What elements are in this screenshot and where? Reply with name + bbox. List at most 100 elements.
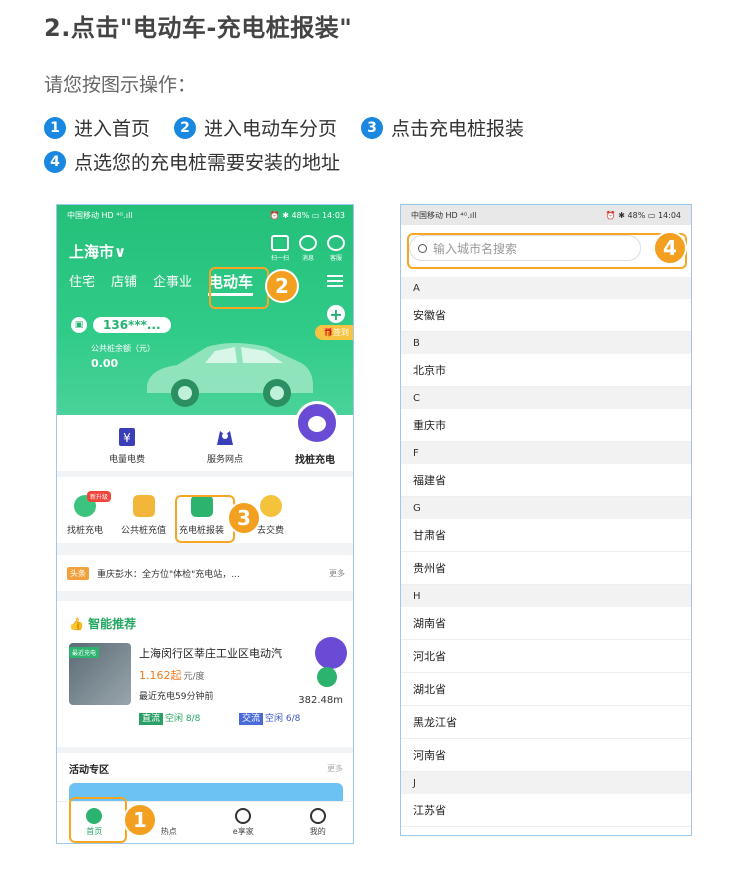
signin-label: 签到: [333, 328, 349, 337]
charger-install-highlight: [175, 495, 235, 543]
scan-label: 扫一扫: [270, 255, 289, 262]
service-outlets-button[interactable]: 服务网点: [207, 427, 243, 465]
phone-city-select: 中国移动 HD ⁴ᴳ.ıll ⏰ ✱ 48% ▭ 14:04 输入城市名搜索 取…: [400, 204, 692, 836]
home-header: 中国移动 HD ⁴ᴳ.ıll ⏰ ✱ 48% ▭ 14:03 上海市∨ 扫一扫 …: [57, 205, 353, 415]
news-text: 重庆彭水：全方位"体检"充电站，...: [97, 569, 240, 580]
activity-more-link[interactable]: 更多: [327, 763, 343, 774]
step-text: 进入首页: [74, 118, 151, 140]
callout-4: 4: [653, 231, 687, 265]
news-ticker[interactable]: 头条 重庆彭水：全方位"体检"充电站，... 更多: [57, 555, 353, 591]
balance-value: 0.00: [91, 357, 119, 370]
news-tag: 头条: [67, 566, 89, 580]
phone-topup-icon: [132, 495, 155, 517]
city-item[interactable]: 湖南省: [401, 607, 691, 640]
step-number: 2: [174, 116, 197, 139]
home-tab-highlight: [69, 797, 127, 843]
pay-button[interactable]: 去交费: [257, 495, 284, 536]
tab-shop[interactable]: 店铺: [111, 271, 137, 296]
letter-header: B: [401, 332, 691, 354]
tab-ehome[interactable]: e享家: [206, 802, 281, 843]
city-item[interactable]: 河南省: [401, 739, 691, 772]
ac-label: 交流: [239, 713, 264, 725]
scan-button[interactable]: 扫一扫: [270, 235, 289, 262]
price-value: 1.162起: [139, 669, 182, 682]
find-charger-label[interactable]: 找桩充电: [295, 451, 335, 466]
mascot-icon[interactable]: [295, 401, 339, 445]
city-item[interactable]: 贵州省: [401, 552, 691, 585]
steps-row-2: 4 点选您的充电桩需要安装的地址: [44, 148, 364, 175]
dc-status: 直流 空闲 8/8: [139, 711, 201, 725]
recent-charge-tag: 最近充电: [69, 647, 100, 658]
callout-2: 2: [265, 269, 299, 303]
tab-enterprise[interactable]: 企事业: [153, 271, 192, 296]
service-label: 电量电费: [109, 455, 146, 465]
tab-label: 我的: [309, 827, 326, 836]
city-item[interactable]: 安徽省: [401, 299, 691, 332]
city-list: A 安徽省 B 北京市 C 重庆市 F 福建省 G 甘肃省 贵州省 H 湖南省 河北省 湖北省 黑龙江省 河南省…: [401, 277, 691, 827]
step-3: 3 点击充电桩报装: [361, 114, 524, 141]
status-bar: 中国移动 HD ⁴ᴳ.ıll ⏰ ✱ 48% ▭ 14:03: [57, 205, 353, 225]
status-right: ⏰ ✱ 48% ▭ 14:03: [269, 210, 345, 220]
yuan-icon: ¥: [119, 428, 135, 446]
grid-label: 去交费: [257, 526, 285, 536]
city-item[interactable]: 重庆市: [401, 409, 691, 442]
status-bar: 中国移动 HD ⁴ᴳ.ıll ⏰ ✱ 48% ▭ 14:04: [401, 205, 691, 225]
public-charger-topup-button[interactable]: 公共桩充值: [121, 495, 166, 536]
phone-home-screen: 中国移动 HD ⁴ᴳ.ıll ⏰ ✱ 48% ▭ 14:03 上海市∨ 扫一扫 …: [56, 204, 354, 844]
pay-icon: [259, 495, 282, 517]
ac-status: 交流 空闲 6/8: [239, 711, 300, 725]
city-item[interactable]: 福建省: [401, 464, 691, 497]
steps-row-1: 1 进入首页 2 进入电动车分页 3 点击充电桩报装: [44, 114, 548, 141]
recommend-title-text: 智能推荐: [88, 617, 137, 631]
page-title: 2.点击"电动车-充电桩报装": [44, 14, 353, 42]
service-label: 客服: [329, 255, 342, 262]
tab-label: 热点: [160, 827, 177, 836]
status-left: 中国移动 HD ⁴ᴳ.ıll: [67, 210, 133, 220]
message-label: 消息: [301, 255, 314, 262]
ev-tab-highlight: [209, 267, 269, 309]
tab-mine[interactable]: 我的: [281, 802, 354, 843]
city-item[interactable]: 湖北省: [401, 673, 691, 706]
city-item[interactable]: 河北省: [401, 640, 691, 673]
service-button[interactable]: 客服: [327, 235, 345, 262]
step-number: 3: [361, 116, 384, 139]
news-more-link[interactable]: 更多: [329, 568, 345, 579]
city-item[interactable]: 甘肃省: [401, 519, 691, 552]
recommend-card[interactable]: 👍 智能推荐 最近充电 上海闵行区莘庄工业区电动汽 1.162起 元/度 最近充电…: [57, 601, 353, 747]
grid-label: 找桩充电: [67, 526, 104, 536]
location-icon: [217, 431, 233, 445]
step-text: 点选您的充电桩需要安装的地址: [74, 152, 341, 174]
step-number: 1: [44, 116, 66, 139]
add-icon[interactable]: +: [327, 305, 345, 324]
message-button[interactable]: 消息: [299, 235, 317, 262]
letter-header: A: [401, 277, 691, 299]
status-left: 中国移动 HD ⁴ᴳ.ıll: [411, 210, 477, 220]
header-actions: 扫一扫 消息 客服: [270, 235, 345, 262]
step-text: 点击充电桩报装: [391, 118, 525, 140]
tab-label: e享家: [232, 827, 254, 836]
dc-availability: 空闲 8/8: [165, 714, 201, 724]
leaf-icon: [235, 808, 252, 824]
city-item[interactable]: 北京市: [401, 354, 691, 387]
city-item[interactable]: 江苏省: [401, 794, 691, 827]
account-icon: ▣: [71, 317, 87, 333]
callout-1: 1: [123, 803, 157, 837]
service-label: 服务网点: [207, 455, 244, 465]
city-selector[interactable]: 上海市∨: [69, 241, 126, 262]
step-text: 进入电动车分页: [204, 118, 338, 140]
signin-button[interactable]: 🎁签到: [315, 325, 353, 340]
search-highlight: [407, 233, 687, 269]
electricity-bill-button[interactable]: ¥ 电量电费: [109, 427, 145, 465]
new-badge: 新升级: [87, 491, 112, 502]
dc-label: 直流: [139, 713, 164, 725]
menu-icon[interactable]: [327, 275, 343, 287]
navigate-icon[interactable]: [317, 667, 337, 687]
city-item[interactable]: 黑龙江省: [401, 706, 691, 739]
step-2: 2 进入电动车分页: [174, 114, 337, 141]
intro-text: 请您按图示操作：: [44, 74, 197, 96]
tab-residence[interactable]: 住宅: [69, 271, 95, 296]
station-price: 1.162起 元/度: [139, 667, 205, 683]
status-right: ⏰ ✱ 48% ▭ 14:04: [605, 210, 681, 220]
step-4: 4 点选您的充电桩需要安装的地址: [44, 148, 340, 175]
letter-header: J: [401, 772, 691, 794]
